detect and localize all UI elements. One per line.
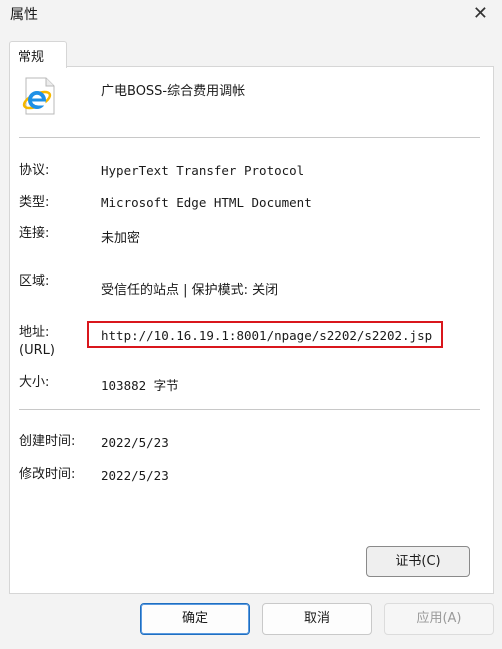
certificate-button[interactable]: 证书(C) <box>366 546 470 577</box>
close-icon[interactable]: ✕ <box>473 3 488 25</box>
cancel-button[interactable]: 取消 <box>262 603 372 635</box>
ie-document-icon <box>22 77 55 115</box>
type-value: Microsoft Edge HTML Document <box>101 195 312 210</box>
created-label: 创建时间: <box>19 434 76 449</box>
modified-value: 2022/5/23 <box>101 468 169 483</box>
protocol-label: 协议: <box>19 163 50 178</box>
zone-label: 区域: <box>19 274 50 289</box>
window-title: 属性 <box>10 7 38 23</box>
tab-general[interactable]: 常规 <box>9 41 67 68</box>
zone-value: 受信任的站点 | 保护模式: 关闭 <box>101 283 279 298</box>
address-value: http://10.16.19.1:8001/npage/s2202/s2202… <box>101 328 433 343</box>
created-value: 2022/5/23 <box>101 435 169 450</box>
modified-label: 修改时间: <box>19 467 76 482</box>
connection-label: 连接: <box>19 226 50 241</box>
tab-general-label: 常规 <box>18 50 45 65</box>
address-label: 地址: <box>19 325 50 340</box>
ok-button[interactable]: 确定 <box>140 603 250 635</box>
title-bar: 属性 ✕ <box>0 0 502 30</box>
url-highlight-box: http://10.16.19.1:8001/npage/s2202/s2202… <box>87 321 443 348</box>
divider <box>19 409 480 410</box>
type-label: 类型: <box>19 195 50 210</box>
divider <box>19 137 480 138</box>
size-label: 大小: <box>19 375 50 390</box>
apply-button[interactable]: 应用(A) <box>384 603 494 635</box>
size-value: 103882 字节 <box>101 378 179 393</box>
address-label-url: (URL) <box>19 343 55 358</box>
protocol-value: HyperText Transfer Protocol <box>101 163 305 178</box>
document-title: 广电BOSS-综合费用调帐 <box>101 84 246 99</box>
connection-value: 未加密 <box>101 231 141 246</box>
